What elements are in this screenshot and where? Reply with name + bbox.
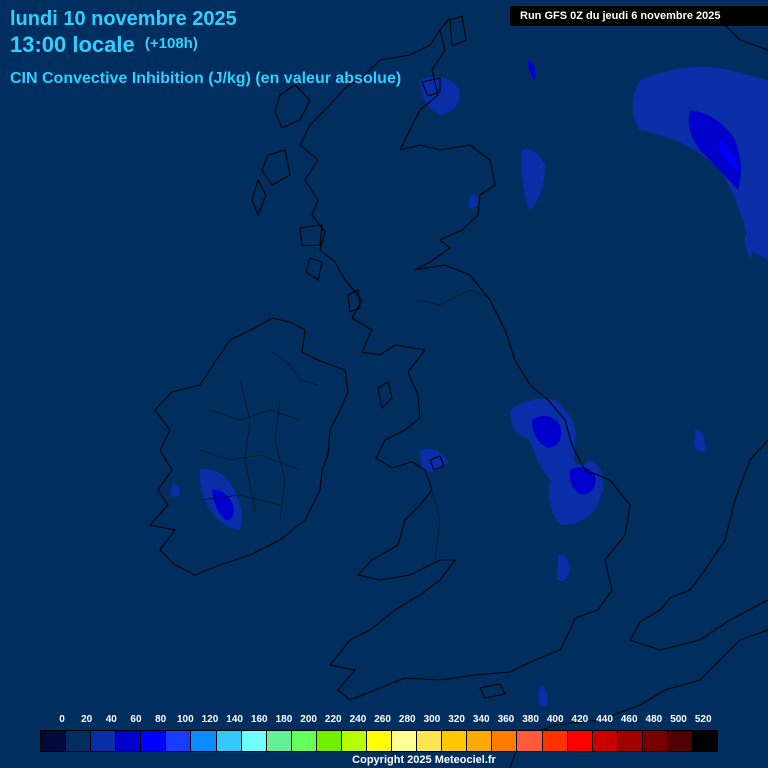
legend-swatch [392, 731, 418, 751]
legend-labels: 0 20 40 60 80 100 120 140 160 180 200 220 240 260 280 3… [0, 714, 768, 728]
coast-shetland [449, 15, 467, 47]
border-irish-counties-1 [209, 409, 301, 421]
copyright: Copyright 2025 Meteociel.fr [352, 754, 496, 766]
legend-label: 480 [645, 714, 663, 725]
legend-swatch [367, 731, 393, 751]
legend-label: 380 [522, 714, 539, 725]
legend-swatch [241, 731, 267, 751]
legend-swatch [166, 731, 192, 751]
cin-area-lincs-tail [557, 554, 570, 582]
legend-label: 220 [324, 714, 342, 725]
legend-swatch [492, 731, 518, 751]
coast-great-britain [299, 17, 631, 701]
coast-mull [299, 224, 323, 247]
legend-swatch [442, 731, 468, 751]
legend-swatch [517, 731, 543, 751]
coast-isle-of-man [377, 381, 393, 409]
legend-swatch [116, 731, 142, 751]
legend-label: 40 [105, 714, 117, 725]
legend-swatch [41, 731, 67, 751]
legend-swatch [66, 731, 92, 751]
legend-label: 200 [300, 714, 317, 725]
legend-label: 520 [694, 714, 712, 725]
cin-area-norway [632, 66, 768, 261]
legend-label: 320 [448, 714, 465, 725]
cin-area-forth [468, 194, 478, 209]
coast-lewis [274, 84, 311, 129]
legend-swatch [567, 731, 593, 751]
legend-label: 400 [546, 714, 564, 725]
legend-label: 280 [398, 714, 416, 725]
legend-label: 340 [472, 714, 490, 725]
legend-label: 0 [59, 714, 65, 725]
legend-label: 80 [155, 714, 167, 725]
coast-islay [305, 257, 323, 281]
border-scotland-england [417, 289, 491, 306]
legend-label: 440 [596, 714, 613, 725]
legend-label: 60 [130, 714, 142, 725]
cin-area-northsea-2 [528, 60, 536, 80]
legend-label: 160 [250, 714, 268, 725]
coast-netherlands [629, 439, 768, 651]
cin-area-lancashire [420, 448, 448, 472]
legend-label: 260 [374, 714, 391, 725]
legend-label: 420 [571, 714, 589, 725]
legend-colorbar [40, 730, 718, 752]
coast-arran [347, 289, 361, 313]
legend-swatch [216, 731, 242, 751]
legend-swatch [91, 731, 117, 751]
legend-swatch [592, 731, 618, 751]
cin-area-ireland-west [170, 484, 180, 497]
coast-isle-of-wight [479, 683, 506, 699]
forecast-time: 13:00 locale (+108h) [10, 32, 198, 58]
legend-label: 460 [620, 714, 638, 725]
legend-swatch [191, 731, 217, 751]
legend-label: 20 [81, 714, 93, 725]
legend-label: 300 [423, 714, 441, 725]
forecast-lead-time: (+108h) [144, 35, 198, 52]
cin-shading [170, 60, 768, 707]
legend-swatch [542, 731, 568, 751]
legend-label: 100 [176, 714, 194, 725]
legend-swatch [141, 731, 167, 751]
cin-area-netherlands [694, 429, 706, 452]
border-northern-ireland [269, 349, 319, 386]
legend-swatch [316, 731, 342, 751]
cin-area-northsea-1 [521, 149, 545, 210]
border-wales-england [431, 489, 441, 561]
cin-area-kent [538, 685, 548, 707]
coast-uist [251, 179, 267, 216]
legend-swatch [693, 731, 718, 751]
legend-swatch [291, 731, 317, 751]
forecast-date: lundi 10 novembre 2025 [10, 8, 237, 30]
borders [199, 289, 491, 561]
coast-ireland [149, 317, 349, 576]
coast-skye [261, 149, 291, 186]
forecast-local-time: 13:00 locale [10, 32, 135, 57]
legend-swatch [667, 731, 694, 751]
border-irish-counties-3 [239, 379, 256, 511]
legend-label: 140 [226, 714, 243, 725]
legend-label: 240 [349, 714, 367, 725]
border-irish-counties-2 [199, 449, 301, 471]
legend-label: 360 [497, 714, 515, 725]
legend-swatch [642, 731, 668, 751]
parameter-title: CIN Convective Inhibition (J/kg) (en val… [10, 70, 402, 87]
legend-label: 120 [201, 714, 219, 725]
map-canvas [149, 15, 768, 768]
legend-swatch [341, 731, 368, 751]
legend-swatch [266, 731, 292, 751]
legend-swatch [617, 731, 643, 751]
legend-swatch [467, 731, 493, 751]
legend-label: 500 [670, 714, 687, 725]
legend-swatch [417, 731, 443, 751]
legend-label: 180 [275, 714, 293, 725]
cin-area-yorkshire [510, 398, 604, 525]
border-irish-counties-4 [274, 399, 286, 521]
run-info: Run GFS 0Z du jeudi 6 novembre 2025 [510, 6, 768, 26]
